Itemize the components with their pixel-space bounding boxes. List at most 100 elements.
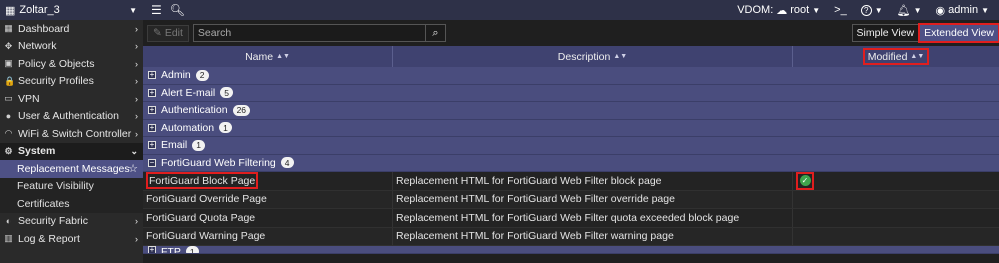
group-label: Email (161, 139, 188, 152)
search-box: ⌕ (192, 24, 446, 42)
bell-icon: 🔔︎ (896, 4, 911, 17)
sidebar-item-log-report[interactable]: ▥ Log & Report › (0, 230, 143, 248)
chevron-right-icon: › (135, 233, 138, 244)
toolbar: ✎ Edit ⌕ Simple View Extended View (143, 20, 999, 46)
sidebar-item-security-fabric[interactable]: ◐ Security Fabric › (0, 213, 143, 231)
wifi-icon: ◠ (4, 128, 13, 139)
cli-console-button[interactable]: >_ (834, 4, 847, 16)
cell-name: FortiGuard Block Page (143, 172, 393, 190)
expand-icon[interactable]: + (148, 71, 156, 80)
expand-icon[interactable]: + (148, 106, 156, 115)
help-button[interactable]: ? ▼ (860, 4, 883, 16)
column-header-description[interactable]: Description ▲▼ (393, 46, 793, 67)
sidebar-item-security-profiles[interactable]: 🔒 Security Profiles › (0, 73, 143, 91)
chevron-right-icon: › (135, 76, 138, 87)
policy-icon: ▣ (4, 58, 13, 69)
table-row[interactable]: FortiGuard Override Page Replacement HTM… (143, 190, 999, 209)
group-label: Authentication (161, 104, 228, 117)
sidebar-item-label: Log & Report (18, 232, 80, 245)
search-icon[interactable]: ⌕ (424, 25, 445, 41)
sidebar-item-label: Certificates (17, 197, 70, 210)
group-row-ftp[interactable]: + FTP 1 (143, 246, 999, 254)
modified-header-highlight: Modified ▲▼ (862, 48, 930, 65)
chevron-down-icon: ▼ (981, 5, 989, 15)
cell-description: Replacement HTML for FortiGuard Web Filt… (393, 190, 793, 208)
table-row[interactable]: FortiGuard Warning Page Replacement HTML… (143, 227, 999, 246)
user-icon: ◉ (935, 4, 946, 17)
lock-icon: 🔒 (4, 75, 16, 86)
chevron-right-icon: › (135, 216, 138, 227)
column-label: Name (245, 50, 274, 63)
sidebar-item-label: Dashboard (18, 22, 70, 35)
column-label: Modified (867, 50, 908, 63)
vdom-icon: ☁ (776, 4, 788, 17)
expand-icon[interactable]: + (148, 88, 156, 97)
chevron-down-icon: ▼ (913, 5, 922, 15)
group-row-authentication[interactable]: + Authentication 26 (143, 102, 999, 120)
vdom-label: VDOM: (737, 4, 774, 16)
sidebar-item-label: Security Profiles (18, 75, 94, 88)
group-row-automation[interactable]: + Automation 1 (143, 119, 999, 137)
chevron-right-icon: › (135, 58, 138, 69)
chevron-right-icon: › (135, 93, 138, 104)
group-label: Automation (161, 121, 215, 134)
expand-icon[interactable]: + (148, 141, 156, 150)
group-row-alert-email[interactable]: + Alert E-mail 5 (143, 84, 999, 102)
fortinet-logo-icon: ▦ (5, 4, 16, 17)
sort-icon: ▲▼ (910, 53, 925, 60)
column-header-modified[interactable]: Modified ▲▼ (793, 46, 999, 67)
sidebar: ▦ Dashboard › ✥ Network › ▣ Policy & Objects ›… (0, 20, 143, 263)
edit-button[interactable]: ✎ Edit (147, 24, 189, 42)
chevron-right-icon: › (135, 111, 138, 122)
device-selector[interactable]: ▦ Zoltar_3 ▼ (0, 0, 143, 20)
search-icon[interactable]: 🔍︎ (170, 3, 185, 17)
expand-icon[interactable]: + (148, 123, 156, 132)
sidebar-item-label: Policy & Objects (18, 57, 95, 70)
menu-icon[interactable]: ☰ (151, 3, 162, 17)
sidebar-item-wifi-switch[interactable]: ◠ WiFi & Switch Controller › (0, 125, 143, 143)
cell-description: Replacement HTML for FortiGuard Web Filt… (393, 227, 793, 245)
user-name: admin (948, 4, 979, 16)
sidebar-item-label: Security Fabric (18, 215, 89, 228)
modified-highlight: ✓ (796, 172, 814, 190)
main-content: ✎ Edit ⌕ Simple View Extended View Name▲… (143, 20, 999, 263)
vdom-selector[interactable]: VDOM: ☁ root ▼ (737, 4, 820, 17)
cell-description: Replacement HTML for FortiGuard Web Filt… (393, 209, 793, 227)
group-row-fortiguard-web-filtering[interactable]: − FortiGuard Web Filtering 4 (143, 154, 999, 172)
device-name: Zoltar_3 (19, 4, 60, 16)
top-bar: ▦ Zoltar_3 ▼ ☰ 🔍︎ VDOM: ☁ root ▼ >_ ? ▼ … (0, 0, 999, 20)
column-header-name[interactable]: Name ▲▼ (143, 46, 393, 67)
cell-modified: ✓ (793, 172, 999, 190)
collapse-icon[interactable]: − (148, 158, 156, 167)
sidebar-item-system[interactable]: ⚙ System ⌄ (0, 142, 143, 160)
table-row[interactable]: FortiGuard Quota Page Replacement HTML f… (143, 209, 999, 228)
count-badge: 1 (219, 122, 232, 134)
sidebar-item-network[interactable]: ✥ Network › (0, 38, 143, 56)
group-label: Admin (161, 69, 191, 82)
sidebar-item-dashboard[interactable]: ▦ Dashboard › (0, 20, 143, 38)
simple-view-button[interactable]: Simple View (851, 24, 920, 42)
sidebar-item-policy-objects[interactable]: ▣ Policy & Objects › (0, 55, 143, 73)
search-input[interactable] (193, 25, 425, 41)
cell-modified (793, 228, 999, 246)
sidebar-item-vpn[interactable]: ▭ VPN › (0, 90, 143, 108)
sidebar-subitem-certificates[interactable]: Certificates (0, 195, 143, 213)
check-circle-icon: ✓ (799, 175, 811, 187)
cell-name: FortiGuard Quota Page (143, 209, 393, 227)
expand-icon[interactable]: + (148, 246, 156, 253)
view-toggle: Simple View Extended View (851, 23, 999, 43)
group-row-email[interactable]: + Email 1 (143, 137, 999, 155)
table-row[interactable]: FortiGuard Block Page Replacement HTML f… (143, 172, 999, 191)
group-label: FortiGuard Web Filtering (161, 156, 276, 169)
extended-view-button[interactable]: Extended View (918, 23, 999, 43)
sort-icon: ▲▼ (613, 53, 628, 60)
sidebar-item-user-authentication[interactable]: ● User & Authentication › (0, 108, 143, 126)
sidebar-item-label: Replacement Messages (17, 162, 130, 175)
favorite-star-icon[interactable]: ☆ (128, 162, 138, 175)
sidebar-subitem-replacement-messages[interactable]: Replacement Messages ☆ (0, 160, 143, 178)
count-badge: 1 (192, 139, 205, 151)
user-menu[interactable]: ◉ admin ▼ (936, 4, 990, 17)
sidebar-subitem-feature-visibility[interactable]: Feature Visibility (0, 177, 143, 195)
group-row-admin[interactable]: + Admin 2 (143, 67, 999, 85)
notifications-button[interactable]: 🔔︎ ▼ (897, 4, 922, 17)
